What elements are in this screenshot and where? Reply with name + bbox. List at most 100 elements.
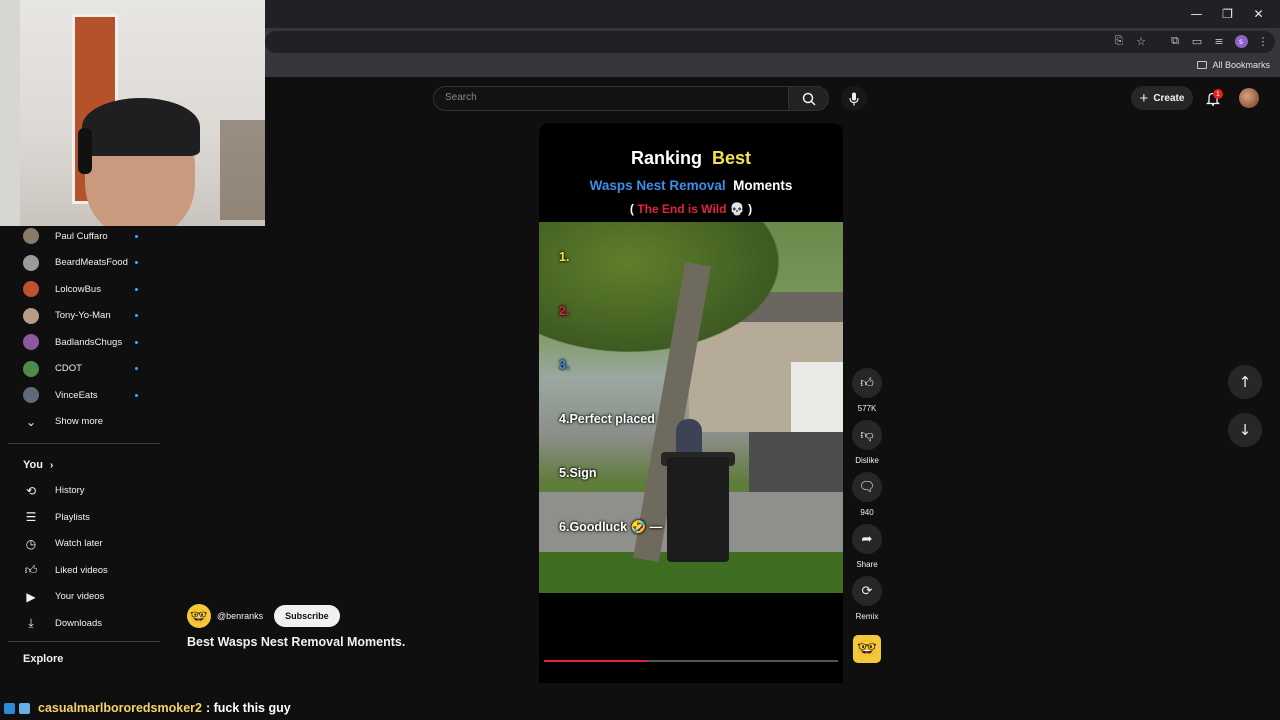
create-button[interactable]: + Create	[1131, 86, 1193, 110]
you-section-header[interactable]: You ›	[23, 459, 53, 471]
rank-label: 4.Perfect placed	[559, 412, 655, 426]
account-avatar[interactable]	[1239, 88, 1259, 108]
remix-button[interactable]: ⟳	[852, 576, 882, 606]
rank-number: 5.	[559, 466, 570, 480]
install-app-icon[interactable]: ⎘	[1108, 30, 1130, 52]
video-frame[interactable]: 1. 2. 3. 4.Perfect placed 5.Sign 6.Goodluck 🤣…	[539, 222, 843, 593]
chat-badge-icon	[19, 702, 30, 714]
history-icon: ⟲	[25, 483, 37, 498]
rank-label: 5.Sign	[559, 466, 597, 480]
all-bookmarks-label: All Bookmarks	[1212, 60, 1270, 70]
channel-avatar[interactable]: 🤓	[187, 604, 211, 628]
dislike-action: 👎︎ Dislike	[852, 420, 882, 465]
dislike-button[interactable]: 👎︎	[852, 420, 882, 450]
media-controls-icon[interactable]: ≡	[1208, 30, 1230, 52]
comments-action: 🗨︎ 940	[852, 472, 882, 517]
like-button[interactable]: 👍︎	[852, 368, 882, 398]
arrow-down-icon: ↓	[1238, 421, 1252, 439]
remix-action: ⟳ Remix	[852, 576, 882, 621]
explore-section-header: Explore	[23, 652, 64, 665]
channel-name[interactable]: @benranks	[217, 611, 263, 621]
garage-door	[791, 362, 843, 434]
short-player[interactable]: Ranking Best Wasps Nest Removal Moments …	[539, 123, 843, 683]
sidebar-subscription-item[interactable]: Tony-Yo-Man	[0, 303, 160, 329]
new-content-dot	[135, 261, 138, 264]
new-content-dot	[135, 367, 138, 370]
restore-button[interactable]: ❐	[1212, 4, 1243, 24]
plus-icon: +	[1139, 89, 1149, 107]
sidebar-item-watch-later[interactable]: ◷ Watch later	[0, 531, 160, 557]
previous-short-button[interactable]: ↑	[1228, 365, 1262, 399]
progress-fill	[544, 660, 647, 662]
voice-search-button[interactable]	[841, 86, 867, 111]
sidebar-item-your-videos[interactable]: ▶ Your videos	[0, 584, 160, 610]
sidebar-item-downloads[interactable]: ⤓ Downloads	[0, 610, 160, 636]
download-icon: ⤓	[28, 615, 34, 630]
star-icon[interactable]: ☆	[1130, 30, 1152, 52]
sidebar-subscription-item[interactable]: Paul Cuffaro	[0, 223, 160, 249]
sidebar-subscription-item[interactable]: VinceEats	[0, 382, 160, 408]
subscription-name: BadlandsChugs	[55, 336, 123, 348]
extensions-icon[interactable]: ⧉	[1164, 30, 1186, 52]
sidebar-subscription-item[interactable]: LolcowBus	[0, 276, 160, 302]
playlists-icon: ☰	[25, 510, 37, 524]
rank-number: 2.	[559, 304, 570, 318]
close-window-button[interactable]: ✕	[1243, 4, 1274, 24]
minimize-button[interactable]: —	[1181, 4, 1212, 24]
like-action: 👍︎ 577K	[852, 368, 882, 413]
short-caption[interactable]: Best Wasps Nest Removal Moments.	[187, 635, 405, 649]
chat-message: : fuck this guy	[205, 701, 291, 715]
chevron-right-icon: ›	[50, 459, 54, 471]
tree-canopy	[539, 222, 779, 352]
subscription-name: Tony-Yo-Man	[55, 310, 111, 321]
channel-avatar	[23, 387, 39, 403]
sidebar-subscription-item[interactable]: CDOT	[0, 356, 160, 382]
rank-label: 6.Goodluck 🤣 —	[559, 520, 662, 535]
sidebar-item-liked-videos[interactable]: 👍︎ Liked videos	[0, 557, 160, 583]
search-button[interactable]	[789, 86, 829, 111]
share-label: Share	[856, 560, 878, 569]
rank-label: 1.	[559, 250, 569, 264]
sidebar-divider	[8, 640, 160, 642]
sidebar-subscription-item[interactable]: BeardMeatsFood	[0, 250, 160, 276]
progress-bar[interactable]	[544, 660, 838, 662]
share-action: ➦ Share	[852, 524, 882, 569]
rank-text: Perfect placed	[569, 412, 655, 426]
side-panel-icon[interactable]: ▭	[1186, 30, 1208, 52]
video-icon: ▶	[26, 589, 36, 604]
profile-button[interactable]: s	[1230, 30, 1252, 52]
toolbar-icons: ⎘ ☆ ⧉ ▭ ≡ s ⋮	[1108, 30, 1274, 52]
you-title: You	[23, 458, 43, 471]
search-placeholder: Search	[445, 92, 477, 103]
next-short-button[interactable]: ↓	[1228, 413, 1262, 447]
share-button[interactable]: ➦	[852, 524, 882, 554]
search-input[interactable]: Search	[433, 86, 789, 111]
clock-icon: ◷	[25, 536, 37, 551]
sound-source-avatar[interactable]: 🤓	[853, 635, 881, 663]
folder-icon	[1197, 61, 1208, 69]
sidebar-divider	[8, 442, 160, 444]
subscribe-button[interactable]: Subscribe	[274, 605, 340, 627]
webcam-overlay	[0, 0, 265, 226]
title-line-3: ( The End is Wild 💀 )	[629, 202, 753, 216]
channel-avatar	[23, 228, 39, 244]
new-content-dot	[135, 287, 138, 291]
rank-text: Sign	[569, 466, 597, 480]
comment-count: 940	[860, 508, 874, 517]
show-more-label: Show more	[55, 416, 104, 427]
channel-avatar	[23, 254, 39, 271]
comments-button[interactable]: 🗨︎	[852, 472, 882, 502]
short-title-overlay: Ranking Best Wasps Nest Removal Moments …	[539, 123, 843, 223]
subscription-name: BeardMeatsFood	[55, 257, 128, 268]
microphone-icon	[849, 92, 859, 105]
sidebar-item-playlists[interactable]: ☰ Playlists	[0, 504, 160, 530]
channel-avatar	[23, 281, 39, 297]
kebab-menu-icon[interactable]: ⋮	[1252, 30, 1274, 52]
create-label: Create	[1153, 92, 1185, 104]
sidebar-item-history[interactable]: ⟲ History	[0, 478, 160, 504]
show-more-button[interactable]: ⌄ Show more	[0, 409, 160, 435]
all-bookmarks-button[interactable]: All Bookmarks	[1197, 60, 1270, 70]
sidebar-subscription-item[interactable]: BadlandsChugs	[0, 329, 160, 355]
rank-number: 6.	[559, 520, 570, 534]
title-line-1: Ranking Best	[630, 148, 752, 168]
